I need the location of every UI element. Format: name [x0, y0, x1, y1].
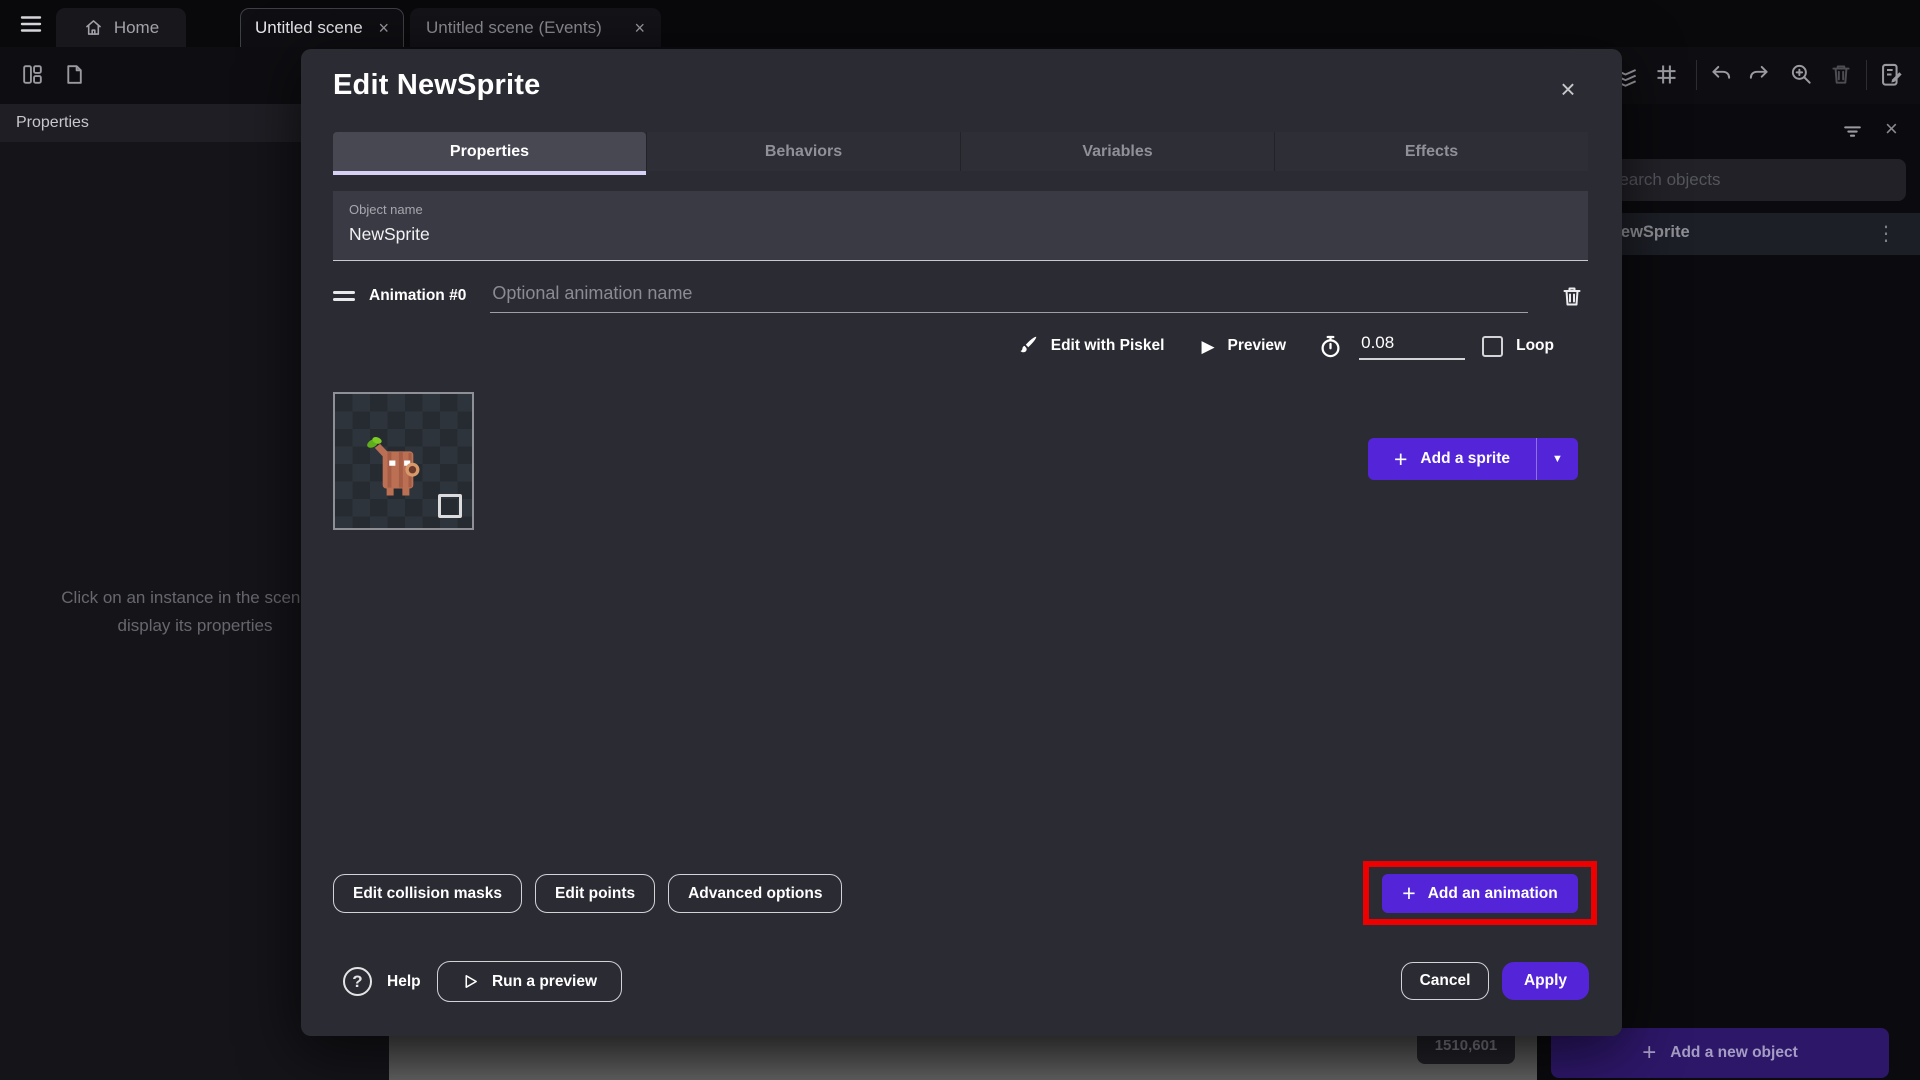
plus-icon: +	[1642, 1039, 1657, 1066]
advanced-options-button[interactable]: Advanced options	[668, 874, 843, 913]
object-menu-icon[interactable]: ⋮	[1876, 221, 1896, 246]
stopwatch-icon	[1317, 333, 1344, 360]
frame-select-checkbox[interactable]	[438, 494, 462, 518]
tab-untitled-scene[interactable]: Untitled scene ×	[240, 8, 404, 47]
animation-tools-row: Edit with Piskel ▶ Preview Loop	[989, 327, 1554, 365]
help-button[interactable]: ? Help	[343, 961, 421, 1002]
scene-canvas	[389, 1036, 1537, 1080]
menu-icon[interactable]	[16, 12, 46, 36]
delete-animation-icon[interactable]	[1556, 280, 1588, 312]
edit-scene-properties-icon[interactable]	[1878, 61, 1905, 88]
tab-scene-label: Untitled scene	[255, 18, 363, 37]
question-icon: ?	[343, 967, 372, 996]
tab-variables[interactable]: Variables	[960, 132, 1274, 171]
object-name-value: NewSprite	[349, 224, 430, 244]
object-name-label: Object name	[349, 202, 423, 217]
save-icon[interactable]	[61, 62, 86, 87]
time-between-frames-input[interactable]	[1359, 332, 1466, 360]
play-outline-icon	[462, 973, 479, 990]
add-new-object-label: Add a new object	[1670, 1044, 1798, 1061]
properties-panel-title: Properties	[16, 114, 89, 131]
run-preview-label: Run a preview	[491, 972, 598, 990]
animation-name-input[interactable]	[490, 279, 1528, 313]
top-bar: Home Untitled scene × Untitled scene (Ev…	[0, 0, 1920, 47]
toolbar-divider	[1696, 60, 1697, 90]
cancel-button[interactable]: Cancel	[1401, 962, 1489, 1000]
animation-row: Animation #0	[333, 277, 1588, 315]
edit-points-button[interactable]: Edit points	[535, 874, 656, 913]
undo-icon[interactable]	[1708, 61, 1734, 87]
home-icon	[83, 17, 104, 38]
add-sprite-split-button: + Add a sprite ▼	[1368, 438, 1578, 480]
edit-with-piskel-button[interactable]: Edit with Piskel	[1051, 337, 1165, 355]
play-icon: ▶	[1201, 336, 1215, 356]
brush-icon	[1014, 333, 1040, 359]
help-label: Help	[387, 972, 421, 990]
toolbar-divider	[1866, 60, 1867, 90]
sprite-frame-thumbnail[interactable]	[333, 392, 474, 530]
loop-checkbox[interactable]	[1482, 335, 1504, 357]
animation-label: Animation #0	[369, 287, 467, 304]
tab-events-label: Untitled scene (Events)	[426, 17, 602, 37]
apply-button[interactable]: Apply	[1502, 962, 1589, 1000]
chevron-down-icon: ▼	[1552, 453, 1563, 465]
add-sprite-label: Add a sprite	[1420, 450, 1510, 467]
sprite-actions-row: Edit collision masks Edit points Advance…	[333, 874, 843, 913]
zoom-in-icon[interactable]	[1788, 61, 1814, 87]
tab-home[interactable]: Home	[56, 8, 186, 47]
dialog-title: Edit NewSprite	[333, 69, 541, 101]
grid-icon[interactable]	[1653, 61, 1680, 88]
panels-layout-icon[interactable]	[20, 62, 45, 87]
run-a-preview-button[interactable]: Run a preview	[437, 961, 622, 1002]
delete-icon[interactable]	[1828, 61, 1854, 87]
edit-sprite-dialog: Edit NewSprite × Properties Behaviors Va…	[301, 49, 1622, 1036]
tab-behaviors[interactable]: Behaviors	[646, 132, 960, 171]
tab-effects[interactable]: Effects	[1274, 132, 1588, 171]
filter-icon[interactable]	[1840, 118, 1865, 143]
add-sprite-button[interactable]: + Add a sprite	[1368, 438, 1536, 480]
add-sprite-dropdown-button[interactable]: ▼	[1536, 438, 1578, 480]
dialog-tabs: Properties Behaviors Variables Effects	[333, 132, 1588, 175]
tab-close-icon[interactable]: ×	[634, 19, 645, 37]
preview-button[interactable]: Preview	[1228, 337, 1287, 355]
plus-icon: +	[1393, 445, 1408, 472]
highlight-rectangle	[1363, 861, 1597, 925]
tab-properties[interactable]: Properties	[333, 132, 646, 175]
drag-handle-icon[interactable]	[333, 287, 355, 305]
dialog-close-icon[interactable]: ×	[1550, 71, 1586, 107]
close-panel-icon[interactable]: ×	[1885, 116, 1898, 142]
tab-home-label: Home	[113, 17, 160, 37]
object-name-field[interactable]: Object name NewSprite	[333, 191, 1588, 261]
edit-collision-masks-button[interactable]: Edit collision masks	[333, 874, 523, 913]
redo-icon[interactable]	[1746, 61, 1772, 87]
tab-untitled-scene-events[interactable]: Untitled scene (Events) ×	[410, 8, 661, 47]
loop-label: Loop	[1516, 337, 1554, 354]
pig-sprite-image	[367, 437, 420, 496]
tab-close-icon[interactable]: ×	[378, 19, 389, 37]
